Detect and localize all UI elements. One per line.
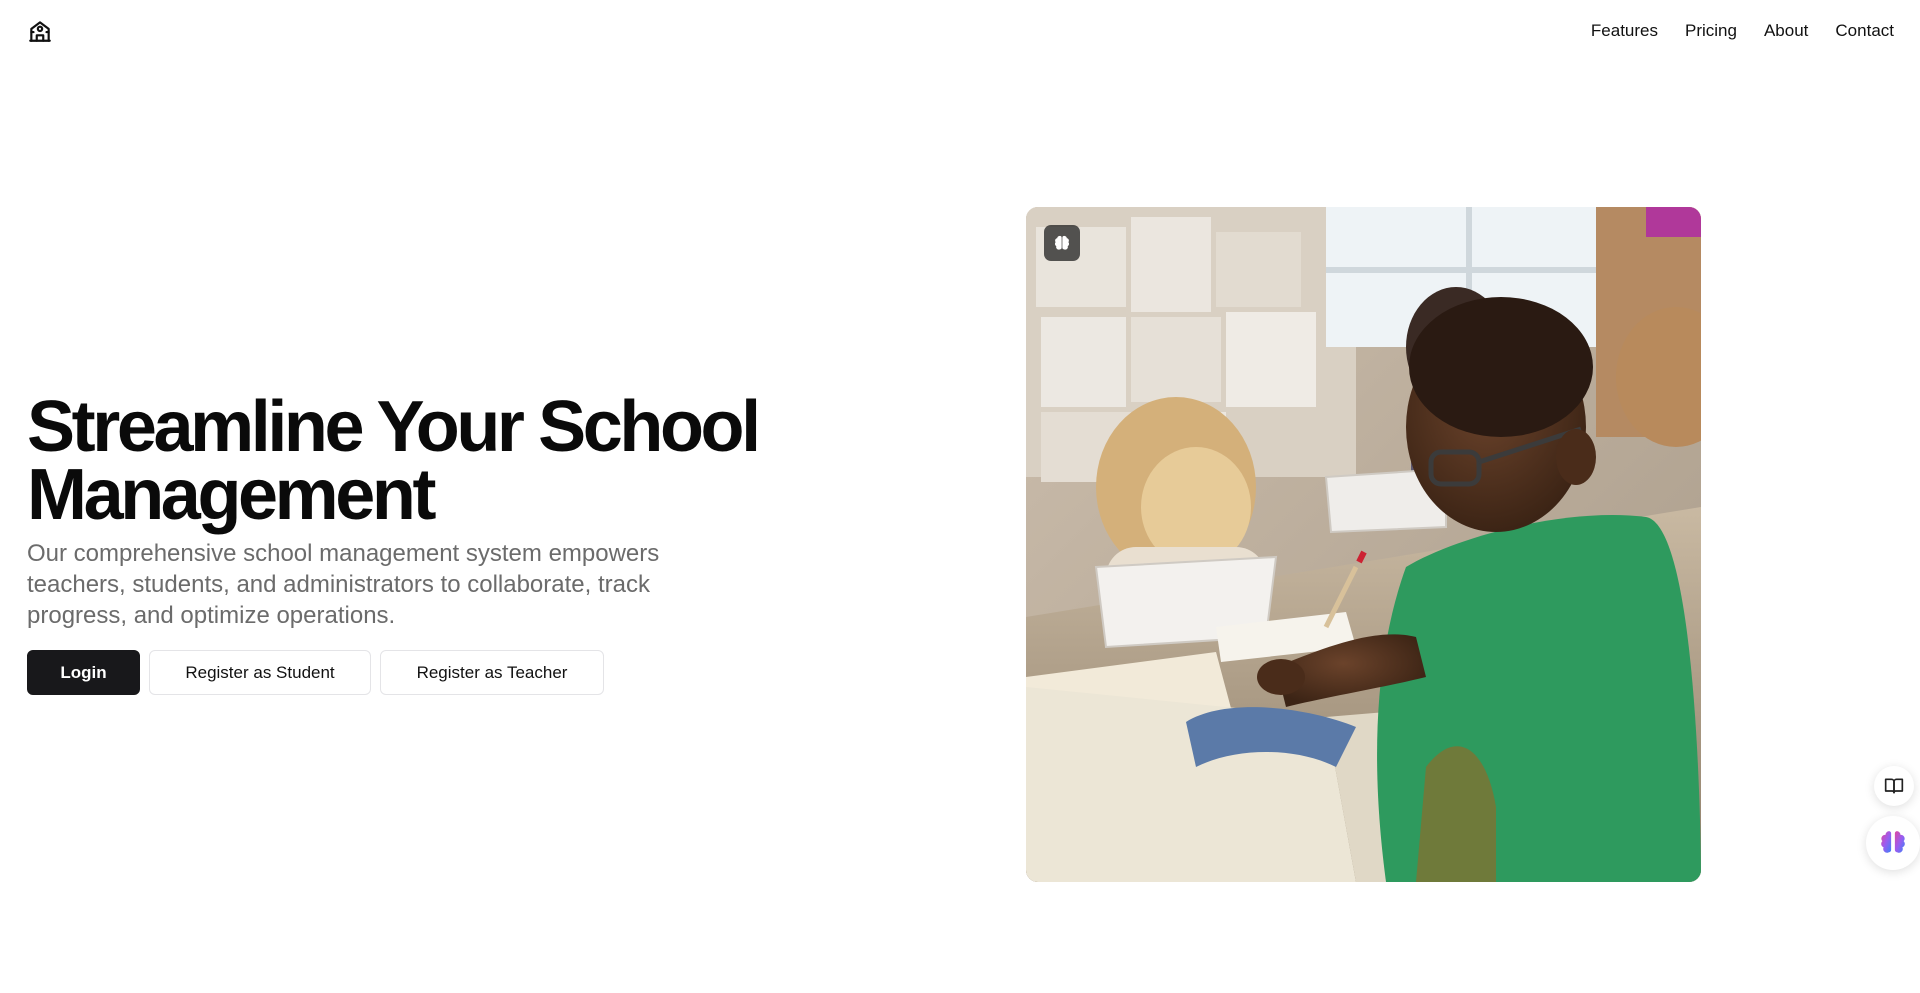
main-nav: Features Pricing About Contact [1591,20,1894,42]
hero-actions: Login Register as Student Register as Te… [27,650,604,695]
nav-features[interactable]: Features [1591,20,1658,42]
nav-about[interactable]: About [1764,20,1808,42]
school-icon[interactable] [27,18,53,44]
register-teacher-button[interactable]: Register as Teacher [380,650,604,695]
hero-description: Our comprehensive school management syst… [27,540,660,629]
register-student-button[interactable]: Register as Student [149,650,371,695]
nav-contact[interactable]: Contact [1835,20,1894,42]
assistant-brain-icon[interactable] [1866,816,1920,870]
book-open-icon[interactable] [1874,766,1914,806]
hero-title: Streamline Your School Management [27,387,761,535]
classroom-photo [1026,207,1701,882]
brain-icon[interactable] [1044,225,1080,261]
login-button[interactable]: Login [27,650,140,695]
hero-image [1026,207,1701,882]
nav-pricing[interactable]: Pricing [1685,20,1737,42]
site-header: Features Pricing About Contact [0,0,1920,62]
